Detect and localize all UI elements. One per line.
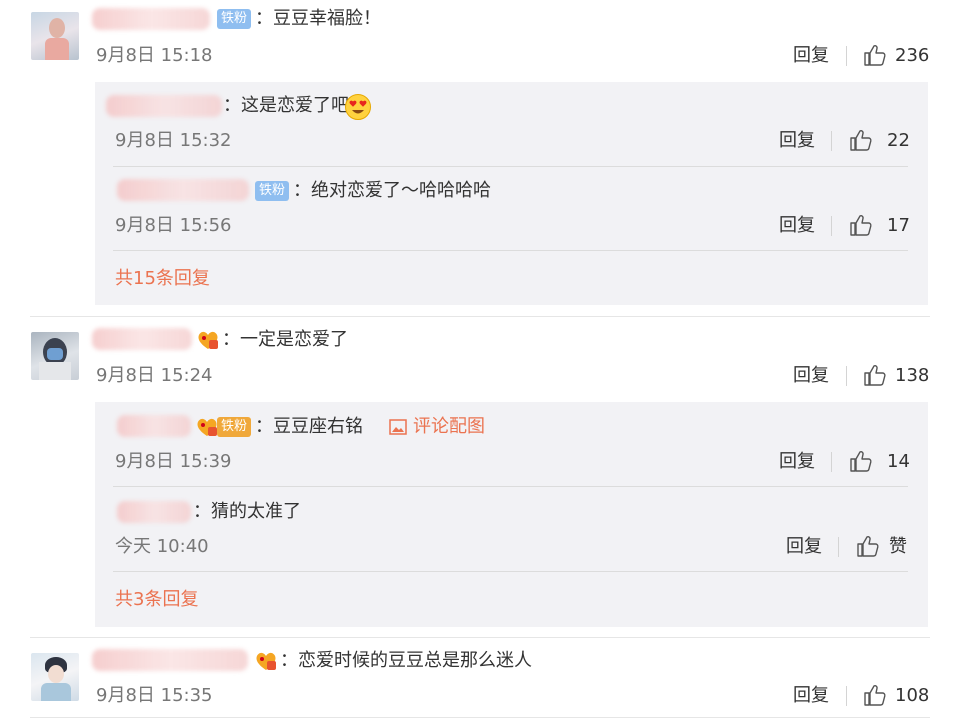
reply-time: 今天 10:40 <box>115 536 209 557</box>
comment-text: ：恋爱时候的豆豆总是那么迷人 <box>280 650 532 671</box>
fan-badge: 铁粉 <box>255 181 290 201</box>
avatar[interactable] <box>31 332 79 380</box>
like-count: 14 <box>887 451 910 472</box>
divider <box>30 717 930 718</box>
avatar[interactable] <box>31 12 79 60</box>
like-count: 108 <box>895 685 930 706</box>
reply-text: ：豆豆座右铭 <box>255 416 363 437</box>
like-button-label[interactable]: 赞 <box>889 535 907 559</box>
username-blurred[interactable] <box>106 95 222 117</box>
comment-text: ：豆豆幸福脸！ <box>255 8 381 29</box>
divider <box>846 46 847 66</box>
reply-button[interactable]: 回复 <box>786 535 822 559</box>
like-count: 236 <box>895 45 930 66</box>
thumbs-up-icon[interactable] <box>849 129 873 151</box>
divider <box>831 452 832 472</box>
comment-image-link[interactable]: 评论配图 <box>413 415 485 439</box>
divider <box>30 316 930 317</box>
comment-time: 9月8日 15:35 <box>96 685 213 706</box>
divider <box>831 216 832 236</box>
comment-text: ：一定是恋爱了 <box>222 329 348 350</box>
vip-medal-icon <box>195 416 219 438</box>
thumbs-up-icon[interactable] <box>856 535 880 557</box>
heart-eyes-emoji-icon <box>345 94 371 120</box>
divider <box>838 537 839 557</box>
fan-badge: 铁粉 <box>217 417 252 437</box>
divider <box>113 486 908 487</box>
reply-button[interactable]: 回复 <box>779 214 815 238</box>
like-count: 138 <box>895 365 930 386</box>
reply-time: 9月8日 15:32 <box>115 130 232 151</box>
divider <box>30 637 930 638</box>
username-blurred[interactable] <box>117 415 191 437</box>
divider <box>113 166 908 167</box>
username-blurred[interactable] <box>117 501 191 523</box>
reply-text: ：绝对恋爱了～哈哈哈哈 <box>293 180 491 201</box>
reply-text: ：猜的太准了 <box>193 501 301 522</box>
avatar[interactable] <box>31 653 79 701</box>
reply-button[interactable]: 回复 <box>793 364 829 388</box>
more-replies-link[interactable]: 共3条回复 <box>115 588 198 612</box>
more-replies-link[interactable]: 共15条回复 <box>115 267 210 291</box>
reply-button[interactable]: 回复 <box>793 44 829 68</box>
reply-button[interactable]: 回复 <box>779 129 815 153</box>
comment-time: 9月8日 15:24 <box>96 365 213 386</box>
fan-badge: 铁粉 <box>217 9 252 29</box>
username-blurred[interactable] <box>92 649 248 671</box>
thumbs-up-icon[interactable] <box>849 450 873 472</box>
thumbs-up-icon[interactable] <box>863 364 887 386</box>
thumbs-up-icon[interactable] <box>863 44 887 66</box>
reply-button[interactable]: 回复 <box>793 684 829 708</box>
thumbs-up-icon[interactable] <box>849 214 873 236</box>
username-blurred[interactable] <box>117 179 249 201</box>
username-blurred[interactable] <box>92 328 192 350</box>
reply-text: ：这是恋爱了吧 <box>223 95 349 116</box>
divider <box>846 366 847 386</box>
vip-medal-icon <box>196 329 220 351</box>
username-blurred[interactable] <box>92 8 210 30</box>
comment-time: 9月8日 15:18 <box>96 45 213 66</box>
divider <box>113 571 908 572</box>
divider <box>831 131 832 151</box>
reply-thread: 铁粉 ：豆豆座右铭 评论配图 9月8日 15:39 回复 14 ：猜的太准了 今… <box>95 402 928 627</box>
divider <box>113 250 908 251</box>
reply-time: 9月8日 15:56 <box>115 215 232 236</box>
reply-button[interactable]: 回复 <box>779 450 815 474</box>
divider <box>846 686 847 706</box>
like-count: 17 <box>887 215 910 236</box>
reply-time: 9月8日 15:39 <box>115 451 232 472</box>
vip-medal-icon <box>254 650 278 672</box>
reply-thread: ：这是恋爱了吧 9月8日 15:32 回复 22 铁粉 ：绝对恋爱了～哈哈哈哈 … <box>95 82 928 305</box>
like-count: 22 <box>887 130 910 151</box>
thumbs-up-icon[interactable] <box>863 684 887 706</box>
image-icon[interactable] <box>389 419 407 435</box>
